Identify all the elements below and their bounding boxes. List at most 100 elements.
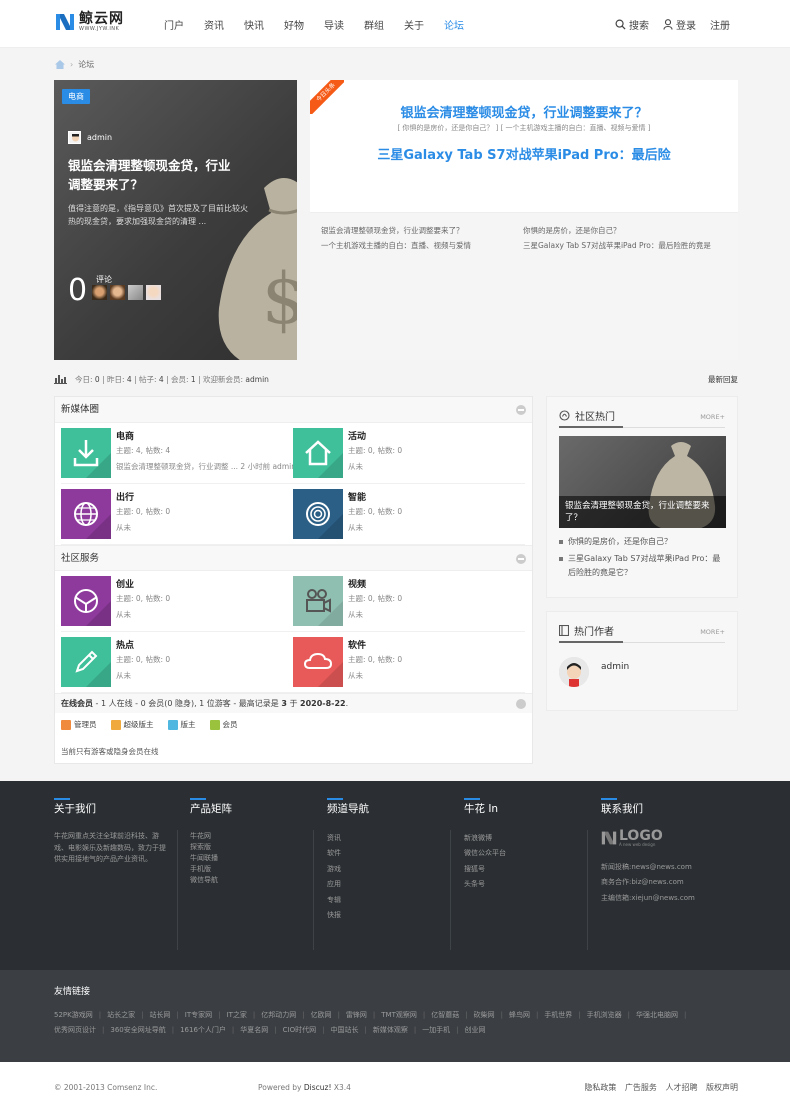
footer-link[interactable]: 应用: [327, 877, 341, 892]
footer-link[interactable]: 快报: [327, 908, 341, 923]
featured-title[interactable]: 银监会清理整顿现金贷，行业调整要来了？: [68, 156, 238, 194]
home-icon[interactable]: [293, 428, 343, 478]
site-logo[interactable]: 鲸云网 WWW.JYW.INK: [55, 12, 124, 32]
author-item[interactable]: admin: [559, 657, 629, 687]
friend-link[interactable]: IT专家网: [185, 1011, 212, 1019]
footer-link[interactable]: 手机版: [190, 864, 218, 875]
friend-link[interactable]: 一加手机: [422, 1026, 450, 1034]
footer-contact-item[interactable]: 商务合作:biz@news.com: [601, 875, 695, 890]
footer-link[interactable]: 微信公众平台: [464, 846, 506, 861]
forum-name[interactable]: 智能: [348, 490, 366, 503]
jobs-link[interactable]: 人才招聘: [665, 1083, 697, 1092]
footer-link[interactable]: 牛花网: [190, 831, 218, 842]
category-title[interactable]: 社区服务: [61, 553, 99, 564]
forum-item[interactable]: 创业 主题: 0, 帖数: 0 从未: [61, 571, 293, 632]
headline-secondary[interactable]: 三星Galaxy Tab S7对战苹果iPad Pro：最后险: [310, 144, 738, 163]
category-title[interactable]: 新媒体圈: [61, 404, 99, 415]
footer-link[interactable]: 资讯: [327, 831, 341, 846]
list-item[interactable]: 三星Galaxy Tab S7对战苹果iPad Pro：最后险胜的竟是它？: [559, 552, 727, 580]
forum-last-post[interactable]: 银监会清理整顿现金贷，行业调整 ... 2 小时前 admin: [116, 461, 296, 472]
nav-item-flash[interactable]: 快讯: [244, 17, 264, 32]
discuz-link[interactable]: Discuz!: [304, 1083, 332, 1092]
more-link[interactable]: MORE+: [700, 413, 725, 421]
collapse-icon[interactable]: [516, 554, 526, 564]
friend-link[interactable]: 创业网: [465, 1026, 486, 1034]
friend-link[interactable]: 优秀网页设计: [54, 1026, 96, 1034]
forum-item[interactable]: 电商 主题: 4, 帖数: 4 银监会清理整顿现金贷，行业调整 ... 2 小时…: [61, 423, 296, 484]
nav-item-forum[interactable]: 论坛: [444, 17, 464, 32]
footer-link[interactable]: 游戏: [327, 862, 341, 877]
collapse-icon[interactable]: [516, 405, 526, 415]
post-author[interactable]: admin: [68, 131, 112, 144]
friend-link[interactable]: 砍柴网: [474, 1011, 495, 1019]
forum-item[interactable]: 软件 主题: 0, 帖数: 0 从未: [293, 632, 525, 693]
headline-primary[interactable]: 银监会清理整顿现金贷，行业调整要来了？: [310, 102, 738, 121]
login-button[interactable]: 登录: [663, 17, 696, 32]
hot-topic-caption[interactable]: 银监会清理整顿现金贷，行业调整要来了？: [559, 496, 726, 528]
online-title[interactable]: 在线会员: [61, 699, 93, 708]
forum-name[interactable]: 活动: [348, 429, 366, 442]
friend-link[interactable]: 亿邦动力网: [261, 1011, 296, 1019]
avatar[interactable]: [559, 657, 589, 687]
nav-item-guide[interactable]: 导读: [324, 17, 344, 32]
search-button[interactable]: 搜索: [615, 17, 649, 32]
forum-name[interactable]: 视频: [348, 577, 366, 590]
friend-link[interactable]: 1616个人门户: [180, 1026, 226, 1034]
avatar[interactable]: [146, 285, 162, 300]
friend-link[interactable]: 站长之家: [107, 1011, 135, 1019]
friend-link[interactable]: 亿欧网: [311, 1011, 332, 1019]
nav-item-news[interactable]: 资讯: [204, 17, 224, 32]
cloud-icon[interactable]: [293, 637, 343, 687]
headline-link[interactable]: 你惧的是房价，还是你自己？: [523, 223, 711, 238]
collapse-icon[interactable]: [516, 699, 526, 709]
forum-name[interactable]: 热点: [116, 638, 134, 651]
author-name[interactable]: admin: [601, 662, 629, 672]
headline-link[interactable]: 三星Galaxy Tab S7对战苹果iPad Pro：最后险胜的竟是: [523, 238, 711, 253]
copyright-link[interactable]: 版权声明: [706, 1083, 738, 1092]
avatar[interactable]: [110, 285, 126, 300]
footer-link[interactable]: 牛闻联播: [190, 853, 218, 864]
nav-item-portal[interactable]: 门户: [164, 17, 184, 32]
forum-name[interactable]: 出行: [116, 490, 134, 503]
forum-item[interactable]: 出行 主题: 0, 帖数: 0 从未: [61, 484, 293, 545]
avatar[interactable]: [128, 285, 144, 300]
footer-link[interactable]: 头条号: [464, 877, 506, 892]
footer-link[interactable]: 专辑: [327, 893, 341, 908]
forum-item[interactable]: 活动 主题: 0, 帖数: 0 从未: [293, 423, 525, 484]
forum-name[interactable]: 软件: [348, 638, 366, 651]
home-icon[interactable]: [55, 60, 65, 69]
pencil-icon[interactable]: [61, 637, 111, 687]
headline-link[interactable]: 银监会清理整顿现金贷，行业调整要来了？: [321, 223, 471, 238]
friend-link[interactable]: CIO时代网: [283, 1026, 316, 1034]
headline-link[interactable]: 一个主机游戏主播的自白：直播、视频与爱情: [321, 238, 471, 253]
footer-link[interactable]: 探索版: [190, 842, 218, 853]
nav-item-goods[interactable]: 好物: [284, 17, 304, 32]
friend-link[interactable]: 华夏名网: [240, 1026, 268, 1034]
forum-item[interactable]: 热点 主题: 0, 帖数: 0 从未: [61, 632, 293, 693]
privacy-link[interactable]: 隐私政策: [584, 1083, 616, 1092]
download-icon[interactable]: [61, 428, 111, 478]
register-button[interactable]: 注册: [710, 17, 730, 32]
friend-link[interactable]: 亿智蘑菇: [431, 1011, 459, 1019]
nav-item-about[interactable]: 关于: [404, 17, 424, 32]
forum-name[interactable]: 电商: [116, 429, 134, 442]
friend-link[interactable]: TMT观察网: [381, 1011, 417, 1019]
footer-link[interactable]: 新浪微博: [464, 831, 506, 846]
friend-link[interactable]: 新媒体观察: [373, 1026, 408, 1034]
forum-item[interactable]: 视频 主题: 0, 帖数: 0 从未: [293, 571, 525, 632]
ads-link[interactable]: 广告服务: [625, 1083, 657, 1092]
avatar[interactable]: [92, 285, 108, 300]
friend-link[interactable]: 手机浏览器: [587, 1011, 622, 1019]
footer-link[interactable]: 微信导航: [190, 875, 218, 886]
footer-contact-item[interactable]: 新闻投稿:news@news.com: [601, 860, 695, 875]
video-camera-icon[interactable]: [293, 576, 343, 626]
footer-link[interactable]: 搜狐号: [464, 862, 506, 877]
list-item[interactable]: 你惧的是房价，还是你自己？: [559, 535, 727, 549]
friend-link[interactable]: IT之家: [227, 1011, 247, 1019]
friend-link[interactable]: 手机世界: [544, 1011, 572, 1019]
friend-link[interactable]: 52PK游戏网: [54, 1011, 93, 1019]
footer-link[interactable]: 软件: [327, 846, 341, 861]
nav-item-groups[interactable]: 群组: [364, 17, 384, 32]
breadcrumb-current[interactable]: 论坛: [78, 59, 94, 70]
aperture-icon[interactable]: [61, 576, 111, 626]
